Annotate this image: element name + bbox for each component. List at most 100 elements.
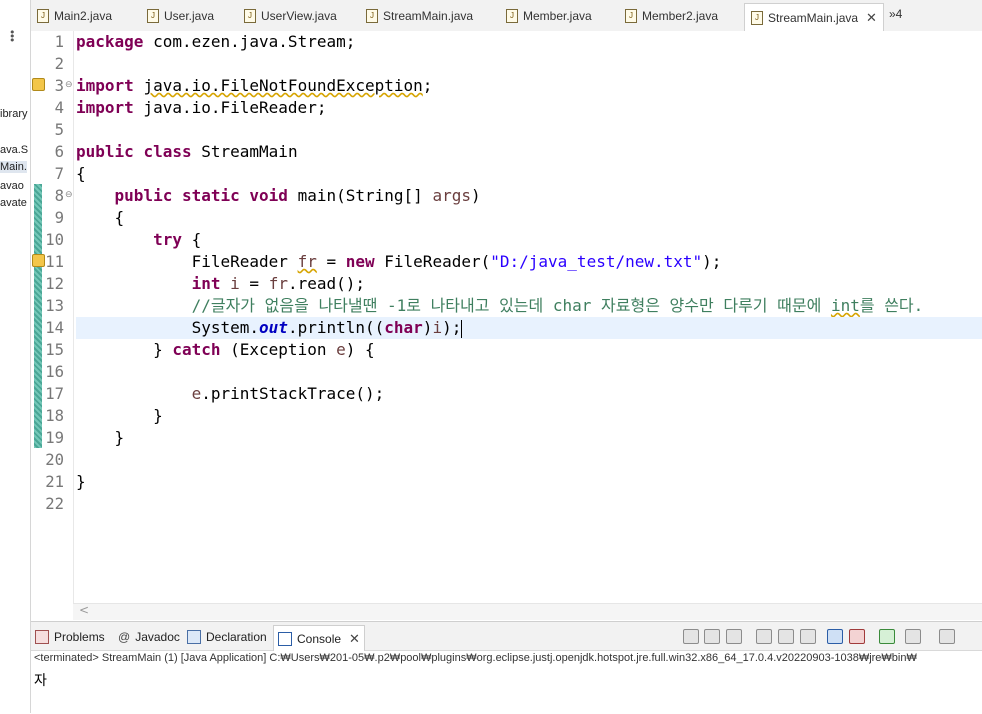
line-number: 14 [45,319,64,337]
declaration-icon [187,630,201,644]
show-on-output-icon[interactable] [827,629,843,644]
tab-label: Problems [54,630,105,644]
console-icon [278,631,292,646]
problems-icon [35,630,49,644]
code-line: e.printStackTrace(); [191,384,385,403]
java-file-icon: J [244,9,256,23]
line-number-gutter: 1 2 3 ⊖ 4 5 6 7 8 ⊖ 9 10 11 12 13 14 15 … [31,31,74,603]
fold-toggle-icon[interactable]: ⊖ [65,80,73,90]
java-file-icon: J [37,9,49,23]
line-number: 19 [45,429,64,447]
code-line: int i = fr.read(); [191,274,366,293]
scroll-lock-icon[interactable] [778,629,794,644]
tab-main2-java[interactable]: J Main2.java [37,4,112,28]
tab-console[interactable]: Console ✕ [273,625,365,651]
explorer-item[interactable]: avao [0,180,24,192]
code-line: try { [153,230,202,249]
tab-label: Member2.java [642,9,719,23]
console-panel: Problems @ Javadoc Declaration Console ✕ <… [31,621,982,714]
line-number: 4 [54,99,64,117]
tab-problems[interactable]: Problems [35,627,105,647]
line-number: 22 [45,495,64,513]
line-number: 10 [45,231,64,249]
close-icon[interactable]: ✕ [866,10,877,26]
line-number: 20 [45,451,64,469]
line-number: 12 [45,275,64,293]
line-number: 2 [54,55,64,73]
java-file-icon: J [751,11,763,25]
remove-launch-icon[interactable] [704,629,720,644]
code-line: } [76,472,86,491]
panel-tab-bar: Problems @ Javadoc Declaration Console ✕ [31,622,982,651]
tab-label: Declaration [206,630,267,644]
scroll-left-icon[interactable]: < [79,603,89,617]
line-number: 5 [54,121,64,139]
tab-label: Console [297,631,342,646]
line-number: 15 [45,341,64,359]
code-line: FileReader fr = new FileReader("D:/java_… [191,252,722,271]
show-on-error-icon[interactable] [849,629,865,644]
pin-console-icon[interactable] [879,629,895,644]
line-number: 16 [45,363,64,381]
fold-toggle-icon[interactable]: ⊖ [65,190,73,200]
code-line: { [76,208,125,227]
line-number: 3 [54,77,64,95]
code-line: public class StreamMain [76,142,298,161]
java-file-icon: J [625,9,637,23]
console-status: <terminated> StreamMain (1) [Java Applic… [34,652,917,664]
code-line: //글자가 없음을 나타낼땐 -1로 나타내고 있는데 char 자료형은 양수… [191,296,924,315]
text-caret [461,319,463,338]
tab-label: UserView.java [261,9,337,23]
tab-label: StreamMain.java [383,9,474,23]
line-number: 9 [54,209,64,227]
explorer-item[interactable]: ibrary [0,108,28,120]
remove-all-terminated-icon[interactable] [726,629,742,644]
tab-label: StreamMain.java [768,11,859,25]
tab-label: User.java [164,9,215,23]
console-output[interactable]: 자 [34,670,47,690]
line-number: 8 [54,187,64,205]
line-number: 7 [54,165,64,183]
tab-user-java[interactable]: J User.java [147,4,214,28]
javadoc-icon: @ [118,630,131,644]
code-editor[interactable]: 1 2 3 ⊖ 4 5 6 7 8 ⊖ 9 10 11 12 13 14 15 … [31,31,982,620]
tab-declaration[interactable]: Declaration [187,627,267,647]
line-number: 11 [45,253,64,271]
package-explorer-strip: • • • ibrary ava.S Main. avao avate [0,0,31,713]
code-line: import java.io.FileReader; [76,98,327,117]
terminate-icon[interactable] [683,629,699,644]
line-number: 1 [54,33,64,51]
explorer-item-selected[interactable]: Main. [0,161,27,173]
tab-streammain-java-active[interactable]: J StreamMain.java ✕ [744,3,884,32]
java-file-icon: J [506,9,518,23]
code-line: import java.io.FileNotFoundException; [76,76,433,95]
open-console-icon[interactable] [939,629,955,644]
tab-member-java[interactable]: J Member.java [506,4,592,28]
tab-overflow-button[interactable]: »4 [889,7,902,21]
tab-javadoc[interactable]: @ Javadoc [118,627,180,647]
display-console-icon[interactable] [905,629,921,644]
word-wrap-icon[interactable] [800,629,816,644]
tab-label: Main2.java [54,9,113,23]
line-number: 6 [54,143,64,161]
java-file-icon: J [147,9,159,23]
current-code-line: System.out.println((char)i); [76,317,982,339]
clear-console-icon[interactable] [756,629,772,644]
tab-userview-java[interactable]: J UserView.java [244,4,337,28]
code-line: } [76,406,163,425]
view-menu-icon[interactable]: • • • [9,27,16,46]
close-icon[interactable]: ✕ [349,631,360,647]
editor-tab-bar: J Main2.java J User.java J UserView.java JS… [31,0,982,32]
tab-member2-java[interactable]: J Member2.java [625,4,718,28]
tab-streammain-java[interactable]: J StreamMain.java [366,4,473,28]
code-line: package com.ezen.java.Stream; [76,32,356,51]
explorer-item[interactable]: ava.S [0,144,28,156]
line-number: 17 [45,385,64,403]
explorer-item[interactable]: avate [0,197,27,209]
java-file-icon: J [366,9,378,23]
line-number: 18 [45,407,64,425]
horizontal-scrollbar[interactable]: < [73,603,982,620]
tab-label: Javadoc [135,630,180,644]
tab-label: Member.java [523,9,592,23]
code-line: public static void main(String[] args) [114,186,481,205]
